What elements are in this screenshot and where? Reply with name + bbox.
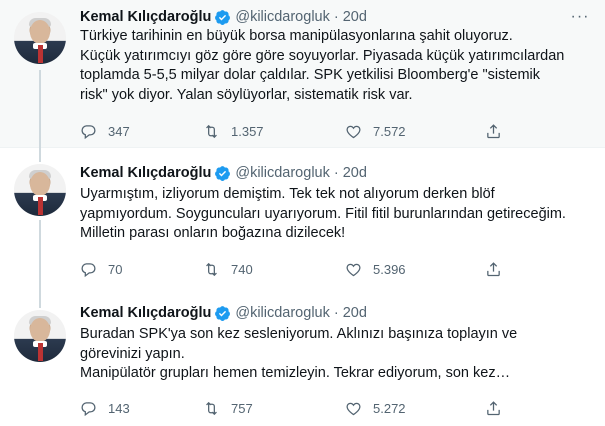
reply-button[interactable]: 143 <box>80 400 130 417</box>
retweet-icon <box>206 262 217 277</box>
retweet-icon <box>206 401 217 416</box>
thread-line <box>39 148 41 162</box>
author-handle[interactable]: @kilicdarogluk <box>235 9 330 25</box>
retweet-count: 1.357 <box>231 124 264 139</box>
tweet-1[interactable]: Kemal Kılıçdaroğlu @kilicdarogluk · 20d … <box>0 0 605 148</box>
thread-line <box>39 70 41 148</box>
share-icon <box>487 262 500 277</box>
share-icon <box>487 401 500 416</box>
share-button[interactable] <box>485 123 502 140</box>
tweet-time[interactable]: 20d <box>343 9 367 25</box>
author-handle[interactable]: @kilicdarogluk <box>235 305 330 321</box>
tweet-2[interactable]: Kemal Kılıçdaroğlu @kilicdarogluk · 20d … <box>0 148 605 296</box>
tweet-text: Buradan SPK'ya son kez sesleniyorum. Akl… <box>80 326 518 381</box>
like-button[interactable]: 5.396 <box>345 261 406 278</box>
retweet-button[interactable]: 740 <box>203 261 253 278</box>
like-count: 5.272 <box>373 401 406 416</box>
reply-icon <box>81 402 96 417</box>
thread-line <box>39 220 41 296</box>
reply-button[interactable]: 70 <box>80 261 122 278</box>
separator-dot: · <box>333 9 339 25</box>
tweet-time[interactable]: 20d <box>343 305 367 321</box>
tweet-header: Kemal Kılıçdaroğlu @kilicdarogluk · 20d <box>80 304 367 322</box>
reply-count: 70 <box>108 262 123 277</box>
like-button[interactable]: 5.272 <box>345 400 406 417</box>
author-handle[interactable]: @kilicdarogluk <box>235 165 330 181</box>
reply-count: 143 <box>108 401 130 416</box>
more-dots-icon[interactable]: ··· <box>569 9 591 28</box>
avatar[interactable] <box>14 164 66 216</box>
share-icon <box>487 124 500 139</box>
like-count: 5.396 <box>373 262 406 277</box>
avatar[interactable] <box>14 12 66 64</box>
share-button[interactable] <box>485 400 502 417</box>
tweet-time[interactable]: 20d <box>343 165 367 181</box>
share-button[interactable] <box>485 261 502 278</box>
tweet-3[interactable]: Kemal Kılıçdaroğlu @kilicdarogluk · 20d … <box>0 296 605 426</box>
tweet-actions: 143 757 5.272 <box>80 400 520 420</box>
verified-badge-icon <box>215 9 231 25</box>
reply-icon <box>81 263 96 278</box>
heart-icon <box>346 402 361 416</box>
tweet-text: Türkiye tarihinin en büyük borsa manipül… <box>80 28 565 103</box>
retweet-count: 740 <box>231 262 253 277</box>
avatar[interactable] <box>14 310 66 362</box>
verified-badge-icon <box>215 165 231 181</box>
separator-dot: · <box>333 305 339 321</box>
verified-badge-icon <box>215 305 231 321</box>
separator-dot: · <box>333 165 339 181</box>
retweet-button[interactable]: 757 <box>203 400 253 417</box>
retweet-button[interactable]: 1.357 <box>203 123 264 140</box>
like-count: 7.572 <box>373 124 406 139</box>
author-name[interactable]: Kemal Kılıçdaroğlu <box>80 305 211 321</box>
reply-icon <box>81 125 96 140</box>
tweet-actions: 70 740 5.396 <box>80 261 520 281</box>
like-button[interactable]: 7.572 <box>345 123 406 140</box>
reply-button[interactable]: 347 <box>80 123 130 140</box>
tweet-actions: 347 1.357 7.572 <box>80 123 520 143</box>
tweet-header: Kemal Kılıçdaroğlu @kilicdarogluk · 20d <box>80 8 367 26</box>
reply-count: 347 <box>108 124 130 139</box>
author-name[interactable]: Kemal Kılıçdaroğlu <box>80 9 211 25</box>
tweet-header: Kemal Kılıçdaroğlu @kilicdarogluk · 20d <box>80 164 367 182</box>
retweet-count: 757 <box>231 401 253 416</box>
retweet-icon <box>206 124 217 139</box>
author-name[interactable]: Kemal Kılıçdaroğlu <box>80 165 211 181</box>
heart-icon <box>346 125 361 139</box>
thread-line <box>39 296 41 308</box>
heart-icon <box>346 263 361 277</box>
tweet-text: Uyarmıştım, izliyorum demiştim. Tek tek … <box>80 186 566 241</box>
